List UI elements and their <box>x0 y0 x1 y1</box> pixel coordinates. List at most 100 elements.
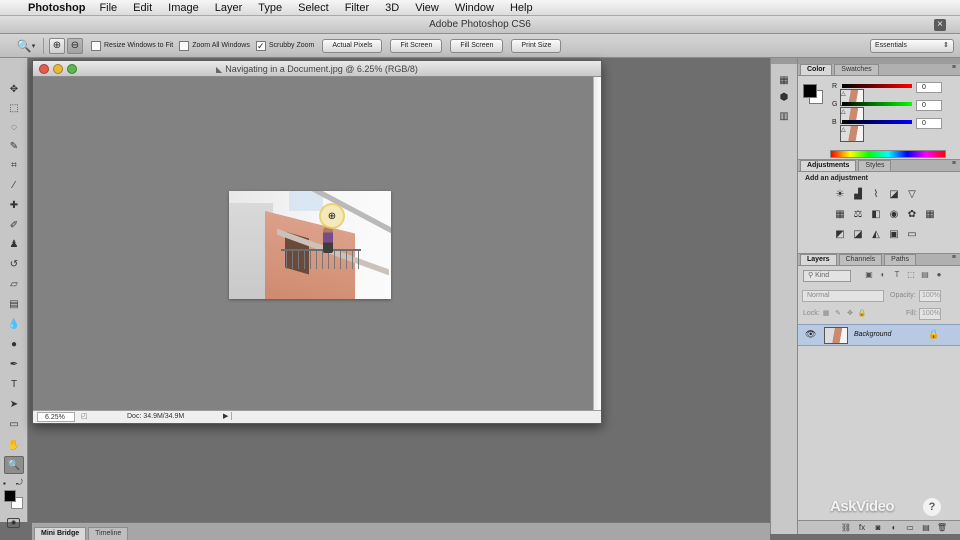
green-slider[interactable]: G △ 0 <box>832 100 956 124</box>
zoom-all-windows-checkbox[interactable]: Zoom All Windows <box>179 40 250 51</box>
lock-position-icon[interactable]: ✥ <box>844 309 856 317</box>
photo-filter-icon[interactable]: ◉ <box>886 206 902 222</box>
crop-tool-icon[interactable]: ⌗ <box>4 156 24 174</box>
menu-type[interactable]: Type <box>258 2 282 14</box>
tab-paths[interactable]: Paths <box>884 254 917 265</box>
selective-color-icon[interactable]: ▣ <box>886 226 902 242</box>
new-adjustment-icon[interactable]: ◐ <box>886 523 902 532</box>
tab-color[interactable]: Color <box>800 64 833 75</box>
menu-window[interactable]: Window <box>455 2 494 14</box>
posterize-icon[interactable]: ◪ <box>850 226 866 242</box>
blur-tool-icon[interactable]: 💧 <box>4 315 24 333</box>
red-slider[interactable]: R △ 0 <box>832 82 956 106</box>
move-tool-icon[interactable]: ✥ <box>4 80 24 98</box>
panel-menu-icon[interactable]: ≡ <box>952 254 956 261</box>
zoom-out-icon[interactable]: ⊖ <box>67 37 83 54</box>
tab-adjustments[interactable]: Adjustments <box>800 160 857 171</box>
hue-saturation-icon[interactable]: ▦ <box>832 206 848 222</box>
black-white-icon[interactable]: ◧ <box>868 206 884 222</box>
blue-track[interactable] <box>842 120 912 124</box>
vibrance-icon[interactable]: ▽ <box>904 186 920 202</box>
tab-mini-bridge[interactable]: Mini Bridge <box>34 527 87 540</box>
blend-mode-select[interactable]: Normal <box>802 290 884 302</box>
history-panel-icon[interactable]: ▦ <box>776 72 792 88</box>
fit-screen-button[interactable]: Fit Screen <box>390 38 443 53</box>
checkbox-box[interactable] <box>179 40 190 51</box>
brush-tool-icon[interactable]: ✐ <box>4 216 24 234</box>
add-mask-icon[interactable]: ◙ <box>870 523 886 532</box>
zoom-tool-preset-icon[interactable]: 🔍 ▾ <box>14 37 38 55</box>
new-layer-icon[interactable]: ▤ <box>918 523 934 532</box>
color-lookup-icon[interactable]: ▦ <box>922 206 938 222</box>
color-spectrum-bar[interactable] <box>830 150 946 158</box>
lock-pixels-icon[interactable]: ✎ <box>832 309 844 317</box>
swap-colors-icon[interactable]: ⤾ <box>16 478 23 488</box>
menu-3d[interactable]: 3D <box>385 2 399 14</box>
resize-windows-checkbox[interactable]: Resize Windows to Fit <box>91 40 173 51</box>
type-filter-icon[interactable]: T <box>890 270 904 279</box>
layer-filter-kind[interactable]: ⚲ Kind <box>803 270 851 282</box>
tab-channels[interactable]: Channels <box>838 254 883 265</box>
menu-image[interactable]: Image <box>168 2 199 14</box>
blue-slider[interactable]: B △ 0 <box>832 118 956 142</box>
slider-thumb-icon[interactable]: △ <box>840 125 864 142</box>
layer-style-icon[interactable]: fx <box>854 523 870 532</box>
threshold-icon[interactable]: ◭ <box>868 226 884 242</box>
document-window[interactable]: ◣ Navigating in a Document.jpg @ 6.25% (R… <box>32 60 602 424</box>
opacity-field[interactable]: 100% <box>919 290 941 302</box>
vertical-scrollbar[interactable] <box>593 77 601 411</box>
tab-styles[interactable]: Styles <box>858 160 892 171</box>
default-colors-icon[interactable]: ▪ <box>3 479 6 488</box>
channel-mixer-icon[interactable]: ✿ <box>904 206 920 222</box>
print-size-button[interactable]: Print Size <box>511 38 562 53</box>
new-group-icon[interactable]: ▭ <box>902 523 918 532</box>
menu-view[interactable]: View <box>415 2 439 14</box>
lock-transparency-icon[interactable]: ▦ <box>820 309 832 317</box>
gradient-tool-icon[interactable]: ▤ <box>4 295 24 313</box>
layer-row[interactable]: 👁 Background 🔒 <box>798 324 960 346</box>
delete-layer-icon[interactable]: 🗑 <box>934 523 950 532</box>
brightness-icon[interactable]: ☀ <box>832 186 848 202</box>
fill-field[interactable]: 100% <box>919 308 941 320</box>
lasso-tool-icon[interactable]: ◌ <box>4 118 24 136</box>
close-icon[interactable]: × <box>934 19 946 31</box>
tab-layers[interactable]: Layers <box>800 254 837 265</box>
checkbox-box[interactable] <box>91 40 101 51</box>
panel-grip[interactable] <box>771 58 797 64</box>
green-track[interactable] <box>842 102 912 106</box>
marquee-tool-icon[interactable]: ⬚ <box>4 99 24 117</box>
exposure-icon[interactable]: ◪ <box>886 186 902 202</box>
levels-icon[interactable]: ▟ <box>850 186 866 202</box>
quick-mask-icon[interactable]: ◉ <box>7 518 20 528</box>
adjustment-filter-icon[interactable]: ◐ <box>876 270 890 279</box>
lock-all-icon[interactable]: 🔒 <box>856 309 868 317</box>
eyedropper-tool-icon[interactable]: ⁄ <box>4 176 24 194</box>
fill-screen-button[interactable]: Fill Screen <box>450 38 504 53</box>
type-tool-icon[interactable]: T <box>4 375 24 393</box>
filter-toggle-icon[interactable]: ● <box>932 270 946 279</box>
layer-lock-icon[interactable]: 🔒 <box>928 329 939 340</box>
workspace-switcher[interactable]: Essentials ⇕ <box>870 39 954 53</box>
canvas-area[interactable]: ⊕ <box>33 77 593 411</box>
quick-selection-tool-icon[interactable]: ✎ <box>4 137 24 155</box>
layer-thumbnail[interactable] <box>824 327 848 344</box>
dodge-tool-icon[interactable]: ● <box>4 335 24 353</box>
panel-menu-icon[interactable]: ≡ <box>952 160 956 167</box>
zoom-level-field[interactable]: 6.25% <box>37 412 75 422</box>
green-value[interactable]: 0 <box>916 100 942 111</box>
properties-panel-icon[interactable]: ▥ <box>776 108 792 124</box>
blue-value[interactable]: 0 <box>916 118 942 129</box>
invert-icon[interactable]: ◩ <box>832 226 848 242</box>
actual-pixels-button[interactable]: Actual Pixels <box>322 38 383 53</box>
smart-object-filter-icon[interactable]: ▤ <box>918 270 932 279</box>
menu-app-name[interactable]: Photoshop <box>28 2 85 14</box>
history-brush-tool-icon[interactable]: ↺ <box>4 255 24 273</box>
path-selection-tool-icon[interactable]: ➤ <box>4 395 24 413</box>
navigator-icon[interactable]: ◰ <box>81 412 88 420</box>
checkbox-box-checked[interactable]: ✓ <box>255 40 266 51</box>
gradient-map-icon[interactable]: ▭ <box>904 226 920 242</box>
panel-menu-icon[interactable]: ≡ <box>952 64 956 71</box>
menu-file[interactable]: File <box>99 2 117 14</box>
tab-timeline[interactable]: Timeline <box>88 527 129 540</box>
hand-tool-icon[interactable]: ✋ <box>4 436 24 454</box>
